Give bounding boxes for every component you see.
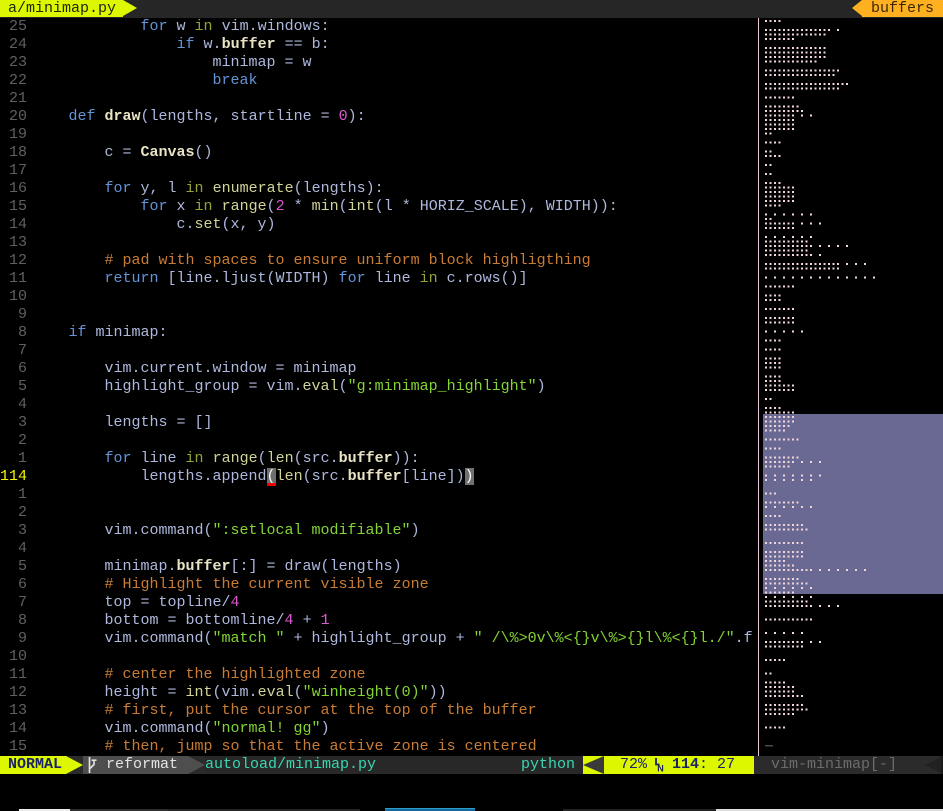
svg-text:N: N [657,764,664,774]
